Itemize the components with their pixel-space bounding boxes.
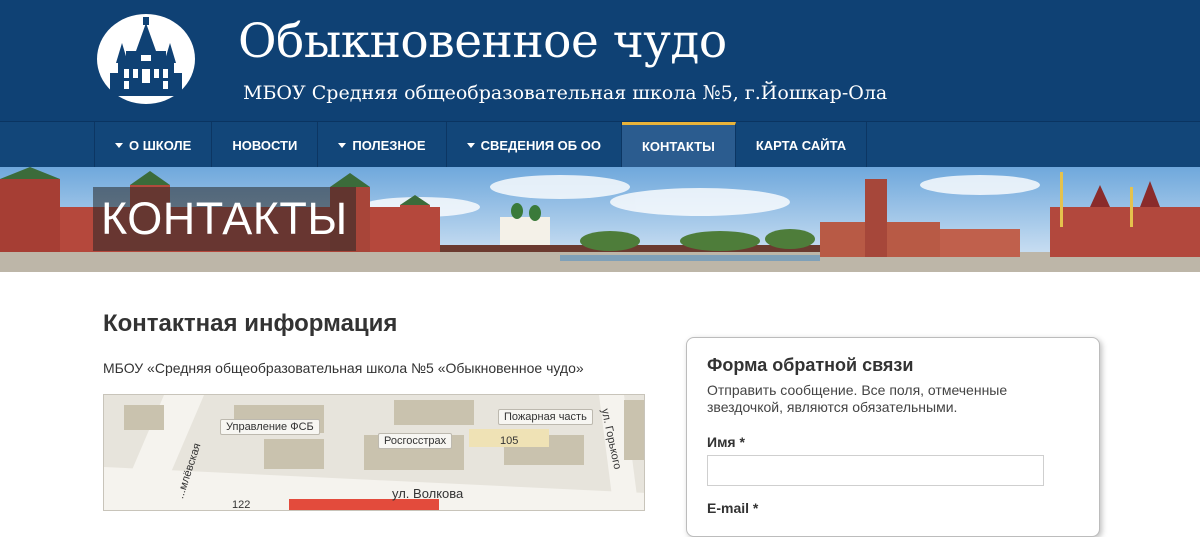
name-field[interactable] (707, 455, 1044, 486)
page-banner: КОНТАКТЫ (0, 167, 1200, 272)
nav-menu: О ШКОЛЕ НОВОСТИ ПОЛЕЗНОЕ СВЕДЕНИЯ ОБ ОО … (94, 122, 868, 168)
site-header: Обыкновенное чудо МБОУ Средняя общеобраз… (0, 0, 1200, 121)
chevron-down-icon (466, 142, 475, 148)
banner-title-box: КОНТАКТЫ (93, 187, 356, 251)
street-label-volkova: ул. Волкова (392, 486, 464, 501)
map-label-122: 122 (232, 499, 251, 511)
nav-item-label: КАРТА САЙТА (755, 137, 847, 153)
nav-item-sitemap[interactable]: КАРТА САЙТА (736, 122, 868, 168)
map-label-105: 105 (500, 435, 519, 447)
school-name: МБОУ «Средняя общеобразовательная школа … (103, 360, 584, 376)
feedback-form: Форма обратной связи Отправить сообщение… (686, 337, 1100, 537)
nav-item-news[interactable]: НОВОСТИ (212, 122, 319, 168)
site-title[interactable]: Обыкновенное чудо (238, 14, 727, 69)
map-label-fire-station: Пожарная часть (498, 409, 593, 425)
form-title: Форма обратной связи (707, 355, 914, 375)
nav-item-label: СВЕДЕНИЯ ОБ ОО (480, 137, 601, 153)
site-subtitle: МБОУ Средняя общеобразовательная школа №… (243, 82, 888, 104)
nav-item-label: О ШКОЛЕ (129, 137, 192, 153)
school-building-logo-icon[interactable] (96, 13, 196, 105)
nav-item-org-info[interactable]: СВЕДЕНИЯ ОБ ОО (447, 122, 622, 168)
chevron-down-icon (338, 142, 347, 148)
nav-item-contacts[interactable]: КОНТАКТЫ (621, 122, 736, 168)
email-field-label: E-mail * (707, 500, 759, 516)
form-description: Отправить сообщение. Все поля, отмеченны… (707, 382, 1008, 415)
main-navigation: О ШКОЛЕ НОВОСТИ ПОЛЕЗНОЕ СВЕДЕНИЯ ОБ ОО … (0, 121, 1200, 168)
location-map[interactable]: Управление ФСБ Пожарная часть Росгосстра… (103, 394, 645, 511)
nav-item-label: НОВОСТИ (232, 137, 298, 153)
nav-item-useful[interactable]: ПОЛЕЗНОЕ (318, 122, 447, 168)
banner-title: КОНТАКТЫ (101, 193, 348, 244)
nav-item-label: КОНТАКТЫ (641, 139, 715, 154)
nav-item-label: ПОЛЕЗНОЕ (352, 137, 426, 153)
name-field-label: Имя * (707, 434, 745, 450)
page-title: Контактная информация (103, 310, 398, 337)
nav-item-about[interactable]: О ШКОЛЕ (95, 122, 213, 168)
chevron-down-icon (115, 142, 123, 148)
map-label-fsb: Управление ФСБ (220, 419, 320, 435)
map-label-rosgosstrakh: Росгосстрах (378, 433, 453, 449)
